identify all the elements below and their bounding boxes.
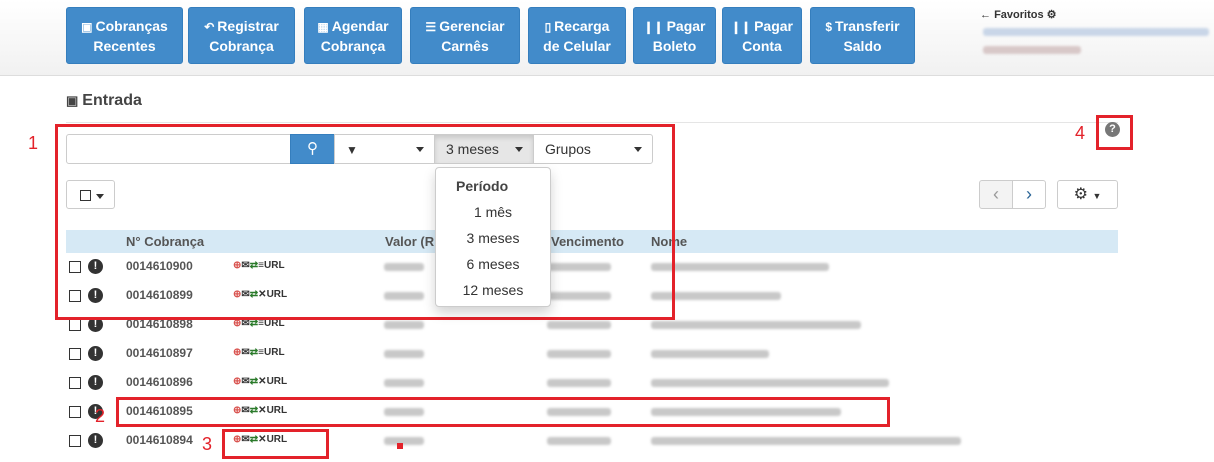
divider <box>66 122 1118 123</box>
top-toolbar: ▣ Cobranças Recentes ↶ Registrar Cobrança … <box>0 0 1214 76</box>
row-checkbox[interactable] <box>69 406 81 418</box>
row-checkbox[interactable] <box>69 377 81 389</box>
pay-bill-slip-button[interactable]: ❙❙ Pagar Boleto <box>633 7 716 64</box>
annotation-box-2 <box>116 397 890 427</box>
pay-account-button[interactable]: ❙❙ Pagar Conta <box>722 7 802 64</box>
mobile-icon: ▯ <box>544 20 552 34</box>
row-checkbox[interactable] <box>69 348 81 360</box>
row-actions[interactable]: ⊕✉⇄✕URL <box>233 376 287 387</box>
list-icon: ☰ <box>425 20 437 34</box>
favorites-link[interactable]: ← Favoritos ⚙ <box>980 8 1057 21</box>
name-blurred <box>651 379 889 387</box>
annotation-number-2: 2 <box>95 406 106 426</box>
schedule-charge-button[interactable]: ▦ Agendar Cobrança <box>304 7 402 64</box>
transfer-balance-button[interactable]: $ Transferir Saldo <box>810 7 915 64</box>
arrow-left-icon: ← <box>980 9 991 21</box>
balance-info-blurred <box>983 46 1081 54</box>
user-info-blurred <box>983 28 1209 36</box>
annotation-box-4 <box>1096 115 1133 150</box>
page-title: ▣ Entrada <box>66 92 142 109</box>
table-row[interactable]: ! 0014610897 ⊕✉⇄≡URL <box>66 339 1118 368</box>
transfer-icon: ⇄ <box>249 376 259 387</box>
chevron-down-icon: ▼ <box>1092 191 1102 201</box>
table-row[interactable]: ! 0014610896 ⊕✉⇄✕URL <box>66 368 1118 397</box>
name-blurred <box>651 350 769 358</box>
alert-icon: ! <box>88 375 103 390</box>
recent-charges-button[interactable]: ▣ Cobranças Recentes <box>66 7 183 64</box>
annotation-box-3 <box>222 429 329 459</box>
row-checkbox[interactable] <box>69 435 81 447</box>
next-page-button[interactable]: › <box>1012 180 1046 209</box>
name-blurred <box>651 263 829 271</box>
charge-number[interactable]: 0014610896 <box>126 375 193 389</box>
annotation-number-4: 4 <box>1075 123 1086 143</box>
period-option-3-months[interactable]: 3 meses <box>436 230 550 246</box>
annotation-box-1 <box>55 124 675 320</box>
period-option-6-months[interactable]: 6 meses <box>436 256 550 272</box>
annotation-number-1: 1 <box>28 133 39 153</box>
mobile-recharge-button[interactable]: ▯ Recarga de Celular <box>528 7 626 64</box>
value-blurred <box>384 350 424 358</box>
barcode-icon: ❙❙ <box>730 20 752 34</box>
inbox-icon: ▣ <box>81 20 93 34</box>
row-checkbox[interactable] <box>69 319 81 331</box>
chevron-right-icon: › <box>1026 184 1032 204</box>
due-date-blurred <box>547 379 611 387</box>
chevron-left-icon: ‹ <box>993 184 999 204</box>
alert-icon: ! <box>88 346 103 361</box>
settings-dropdown[interactable]: ⚙ ▼ <box>1057 180 1118 209</box>
value-blurred <box>384 437 424 445</box>
gear-icon: ⚙ <box>1073 186 1088 203</box>
row-actions[interactable]: ⊕✉⇄≡URL <box>233 347 285 358</box>
name-blurred <box>651 437 961 445</box>
cancel-icon: ✕ <box>258 376 267 387</box>
gear-icon: ⚙ <box>1046 9 1057 21</box>
annotation-number-3: 3 <box>202 434 213 454</box>
barcode-icon: ❙❙ <box>643 20 664 34</box>
annotation-dot <box>397 443 403 449</box>
prev-page-button[interactable]: ‹ <box>979 180 1013 209</box>
period-option-12-months[interactable]: 12 meses <box>436 282 550 298</box>
period-option-1-month[interactable]: 1 mês <box>436 204 550 220</box>
period-menu-header: Período <box>456 178 509 194</box>
charge-number[interactable]: 0014610894 <box>126 433 193 447</box>
dollar-icon: $ <box>825 20 833 34</box>
due-date-blurred <box>547 321 611 329</box>
email-icon: ✉ <box>241 347 250 358</box>
register-charge-button[interactable]: ↶ Registrar Cobrança <box>188 7 295 64</box>
email-icon: ✉ <box>241 376 250 387</box>
value-blurred <box>384 321 424 329</box>
transfer-icon: ⇄ <box>249 347 259 358</box>
due-date-blurred <box>547 350 611 358</box>
inbox-icon: ▣ <box>66 93 79 108</box>
name-blurred <box>651 321 861 329</box>
calendar-icon: ▦ <box>317 20 329 34</box>
due-date-blurred <box>547 437 611 445</box>
charge-number[interactable]: 0014610897 <box>126 346 193 360</box>
manage-booklets-button[interactable]: ☰ Gerenciar Carnês <box>410 7 520 64</box>
alert-icon: ! <box>88 433 103 448</box>
period-menu: Período 1 mês 3 meses 6 meses 12 meses <box>435 167 551 307</box>
reply-icon: ↶ <box>204 20 215 34</box>
value-blurred <box>384 379 424 387</box>
